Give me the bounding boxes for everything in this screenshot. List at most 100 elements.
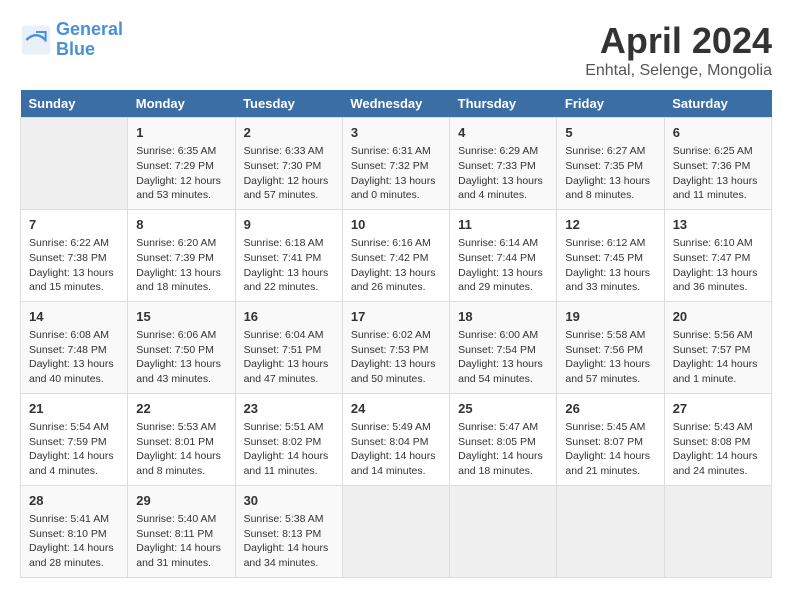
day-number: 19 xyxy=(565,308,655,326)
calendar-cell: 4 Sunrise: 6:29 AM Sunset: 7:33 PM Daylig… xyxy=(450,118,557,210)
calendar-cell xyxy=(557,485,664,577)
week-row-5: 28 Sunrise: 5:41 AM Sunset: 8:10 PM Dayli… xyxy=(21,485,772,577)
day-info: Sunrise: 6:12 AM Sunset: 7:45 PM Dayligh… xyxy=(565,236,655,295)
header-row: SundayMondayTuesdayWednesdayThursdayFrid… xyxy=(21,90,772,118)
day-number: 16 xyxy=(244,308,334,326)
calendar-cell xyxy=(342,485,449,577)
day-info: Sunrise: 6:29 AM Sunset: 7:33 PM Dayligh… xyxy=(458,144,548,203)
day-number: 7 xyxy=(29,216,119,234)
logo-icon xyxy=(20,24,52,56)
day-number: 4 xyxy=(458,124,548,142)
day-number: 28 xyxy=(29,492,119,510)
day-number: 12 xyxy=(565,216,655,234)
day-info: Sunrise: 5:58 AM Sunset: 7:56 PM Dayligh… xyxy=(565,328,655,387)
day-number: 29 xyxy=(136,492,226,510)
calendar-cell: 11 Sunrise: 6:14 AM Sunset: 7:44 PM Dayli… xyxy=(450,209,557,301)
calendar-cell: 6Sunrise: 6:25 AM Sunset: 7:36 PM Daylig… xyxy=(664,118,771,210)
calendar-cell: 5 Sunrise: 6:27 AM Sunset: 7:35 PM Daylig… xyxy=(557,118,664,210)
day-info: Sunrise: 5:41 AM Sunset: 8:10 PM Dayligh… xyxy=(29,512,119,571)
day-info: Sunrise: 6:06 AM Sunset: 7:50 PM Dayligh… xyxy=(136,328,226,387)
day-info: Sunrise: 5:49 AM Sunset: 8:04 PM Dayligh… xyxy=(351,420,441,479)
day-number: 17 xyxy=(351,308,441,326)
calendar-cell: 28 Sunrise: 5:41 AM Sunset: 8:10 PM Dayli… xyxy=(21,485,128,577)
day-info: Sunrise: 6:02 AM Sunset: 7:53 PM Dayligh… xyxy=(351,328,441,387)
day-number: 25 xyxy=(458,400,548,418)
calendar-cell: 20 Sunrise: 5:56 AM Sunset: 7:57 PM Dayli… xyxy=(664,301,771,393)
day-info: Sunrise: 6:00 AM Sunset: 7:54 PM Dayligh… xyxy=(458,328,548,387)
day-info: Sunrise: 6:08 AM Sunset: 7:48 PM Dayligh… xyxy=(29,328,119,387)
calendar-cell: 15 Sunrise: 6:06 AM Sunset: 7:50 PM Dayli… xyxy=(128,301,235,393)
day-info: Sunrise: 5:54 AM Sunset: 7:59 PM Dayligh… xyxy=(29,420,119,479)
day-info: Sunrise: 5:40 AM Sunset: 8:11 PM Dayligh… xyxy=(136,512,226,571)
day-info: Sunrise: 5:38 AM Sunset: 8:13 PM Dayligh… xyxy=(244,512,334,571)
day-info: Sunrise: 6:16 AM Sunset: 7:42 PM Dayligh… xyxy=(351,236,441,295)
week-row-1: 1Sunrise: 6:35 AM Sunset: 7:29 PM Daylig… xyxy=(21,118,772,210)
day-number: 18 xyxy=(458,308,548,326)
day-number: 21 xyxy=(29,400,119,418)
logo-text: General Blue xyxy=(56,20,123,60)
day-number: 13 xyxy=(673,216,763,234)
calendar-cell: 19 Sunrise: 5:58 AM Sunset: 7:56 PM Dayli… xyxy=(557,301,664,393)
logo: General Blue xyxy=(20,20,123,60)
calendar-cell xyxy=(21,118,128,210)
day-number: 3 xyxy=(351,124,441,142)
day-number: 8 xyxy=(136,216,226,234)
day-info: Sunrise: 6:20 AM Sunset: 7:39 PM Dayligh… xyxy=(136,236,226,295)
calendar-cell: 13 Sunrise: 6:10 AM Sunset: 7:47 PM Dayli… xyxy=(664,209,771,301)
day-number: 22 xyxy=(136,400,226,418)
header-thursday: Thursday xyxy=(450,90,557,118)
calendar-cell: 26 Sunrise: 5:45 AM Sunset: 8:07 PM Dayli… xyxy=(557,393,664,485)
header-saturday: Saturday xyxy=(664,90,771,118)
day-number: 23 xyxy=(244,400,334,418)
day-info: Sunrise: 6:10 AM Sunset: 7:47 PM Dayligh… xyxy=(673,236,763,295)
calendar-cell: 16Sunrise: 6:04 AM Sunset: 7:51 PM Dayli… xyxy=(235,301,342,393)
week-row-4: 21 Sunrise: 5:54 AM Sunset: 7:59 PM Dayli… xyxy=(21,393,772,485)
calendar-cell xyxy=(450,485,557,577)
calendar-cell: 25Sunrise: 5:47 AM Sunset: 8:05 PM Dayli… xyxy=(450,393,557,485)
day-number: 5 xyxy=(565,124,655,142)
day-number: 27 xyxy=(673,400,763,418)
calendar-cell: 29 Sunrise: 5:40 AM Sunset: 8:11 PM Dayli… xyxy=(128,485,235,577)
calendar-cell: 22 Sunrise: 5:53 AM Sunset: 8:01 PM Dayli… xyxy=(128,393,235,485)
calendar-cell: 17 Sunrise: 6:02 AM Sunset: 7:53 PM Dayli… xyxy=(342,301,449,393)
page-header: General Blue April 2024 Enhtal, Selenge,… xyxy=(20,20,772,80)
calendar-cell: 30Sunrise: 5:38 AM Sunset: 8:13 PM Dayli… xyxy=(235,485,342,577)
calendar-cell: 14 Sunrise: 6:08 AM Sunset: 7:48 PM Dayli… xyxy=(21,301,128,393)
calendar-table: SundayMondayTuesdayWednesdayThursdayFrid… xyxy=(20,90,772,578)
day-number: 1 xyxy=(136,124,226,142)
day-info: Sunrise: 5:56 AM Sunset: 7:57 PM Dayligh… xyxy=(673,328,763,387)
calendar-cell: 3Sunrise: 6:31 AM Sunset: 7:32 PM Daylig… xyxy=(342,118,449,210)
day-number: 6 xyxy=(673,124,763,142)
day-number: 2 xyxy=(244,124,334,142)
day-info: Sunrise: 6:27 AM Sunset: 7:35 PM Dayligh… xyxy=(565,144,655,203)
calendar-cell: 2 Sunrise: 6:33 AM Sunset: 7:30 PM Daylig… xyxy=(235,118,342,210)
header-wednesday: Wednesday xyxy=(342,90,449,118)
day-info: Sunrise: 6:14 AM Sunset: 7:44 PM Dayligh… xyxy=(458,236,548,295)
day-number: 14 xyxy=(29,308,119,326)
calendar-title: April 2024 xyxy=(585,20,772,62)
day-info: Sunrise: 6:18 AM Sunset: 7:41 PM Dayligh… xyxy=(244,236,334,295)
calendar-cell xyxy=(664,485,771,577)
day-info: Sunrise: 5:43 AM Sunset: 8:08 PM Dayligh… xyxy=(673,420,763,479)
day-info: Sunrise: 6:22 AM Sunset: 7:38 PM Dayligh… xyxy=(29,236,119,295)
day-number: 10 xyxy=(351,216,441,234)
calendar-cell: 10 Sunrise: 6:16 AM Sunset: 7:42 PM Dayli… xyxy=(342,209,449,301)
day-number: 15 xyxy=(136,308,226,326)
header-monday: Monday xyxy=(128,90,235,118)
day-number: 9 xyxy=(244,216,334,234)
day-info: Sunrise: 6:33 AM Sunset: 7:30 PM Dayligh… xyxy=(244,144,334,203)
calendar-subtitle: Enhtal, Selenge, Mongolia xyxy=(585,62,772,80)
day-info: Sunrise: 5:51 AM Sunset: 8:02 PM Dayligh… xyxy=(244,420,334,479)
day-number: 11 xyxy=(458,216,548,234)
calendar-cell: 8 Sunrise: 6:20 AM Sunset: 7:39 PM Daylig… xyxy=(128,209,235,301)
day-info: Sunrise: 5:45 AM Sunset: 8:07 PM Dayligh… xyxy=(565,420,655,479)
calendar-cell: 27 Sunrise: 5:43 AM Sunset: 8:08 PM Dayli… xyxy=(664,393,771,485)
header-friday: Friday xyxy=(557,90,664,118)
header-sunday: Sunday xyxy=(21,90,128,118)
calendar-cell: 23 Sunrise: 5:51 AM Sunset: 8:02 PM Dayli… xyxy=(235,393,342,485)
day-number: 20 xyxy=(673,308,763,326)
day-number: 26 xyxy=(565,400,655,418)
day-info: Sunrise: 5:53 AM Sunset: 8:01 PM Dayligh… xyxy=(136,420,226,479)
title-block: April 2024 Enhtal, Selenge, Mongolia xyxy=(585,20,772,80)
calendar-cell: 9 Sunrise: 6:18 AM Sunset: 7:41 PM Daylig… xyxy=(235,209,342,301)
